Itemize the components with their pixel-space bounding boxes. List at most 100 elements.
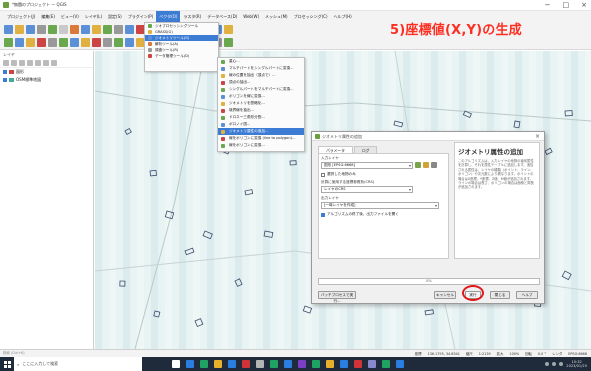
select-icon[interactable] [92, 24, 101, 34]
manage-visibility-icon[interactable] [19, 60, 25, 66]
move-feature-icon[interactable] [81, 38, 90, 47]
network-icon[interactable] [545, 362, 550, 366]
vector-menu-item[interactable]: データ管理ツール(D) [145, 53, 218, 59]
geometry-tool-item[interactable]: 線をポリゴンに変換 (line to polygon)... [218, 135, 304, 142]
locator-input[interactable]: 検索 (Ctrl+K) [3, 351, 25, 355]
settings-icon[interactable] [396, 360, 404, 368]
magnifier-value[interactable]: 100% [509, 352, 519, 356]
layer-style-icon[interactable] [3, 60, 9, 66]
minimize-button[interactable]: − [545, 1, 551, 9]
identify-icon[interactable] [81, 24, 90, 34]
iterate-icon[interactable] [415, 162, 421, 168]
selected-features-only-option[interactable]: 選択した地物のみ [321, 172, 446, 177]
geometry-tool-item[interactable]: 重心... [218, 58, 304, 65]
acrobat-icon[interactable] [354, 360, 362, 368]
edit-icon[interactable] [59, 38, 68, 47]
taskbar-search[interactable]: ⌕ ここに入力して検索 [14, 357, 142, 371]
menu-item[interactable]: Web(W) [240, 11, 262, 22]
qgis-icon[interactable] [382, 360, 390, 368]
geometry-tool-item[interactable]: 境界線を抽出... [218, 107, 304, 114]
cut-icon[interactable] [114, 38, 123, 47]
geometry-tool-item[interactable]: ドロネー三角形分割... [218, 114, 304, 121]
menu-item[interactable]: レイヤ(L) [82, 11, 105, 22]
expand-all-icon[interactable] [35, 60, 41, 66]
zoom-out-icon[interactable] [59, 24, 68, 34]
excel-icon[interactable] [200, 360, 208, 368]
collapse-all-icon[interactable] [43, 60, 49, 66]
menu-item[interactable]: プラグイン(P) [125, 11, 157, 22]
windows-start-button[interactable] [0, 357, 14, 371]
dialog-close-icon[interactable]: × [535, 132, 540, 141]
menu-item[interactable]: メッシュ(M) [262, 11, 291, 22]
close-window-button[interactable]: × [581, 1, 587, 9]
processing-toolbox-icon[interactable] [125, 24, 134, 34]
word-icon[interactable] [228, 360, 236, 368]
coordinate-value[interactable]: 136.1795, 34.8541 [428, 352, 460, 356]
menu-item[interactable]: データベース(D) [204, 11, 240, 22]
explorer-icon[interactable] [214, 360, 222, 368]
save-project-icon[interactable] [26, 24, 35, 34]
help-button[interactable]: ヘルプ [516, 291, 538, 299]
photos-icon[interactable] [368, 360, 376, 368]
geometry-tool-item[interactable]: 線の位置を抽出（頂点で）... [218, 72, 304, 79]
onenote-icon[interactable] [298, 360, 306, 368]
add-vector-icon[interactable] [4, 38, 13, 47]
close-button[interactable]: 閉じる [490, 291, 510, 299]
open-project-icon[interactable] [15, 24, 24, 34]
output-layer-select[interactable]: [一時レイヤを作成] [321, 202, 439, 209]
open-output-checkbox[interactable] [321, 212, 325, 217]
menu-item[interactable]: 設定(S) [105, 11, 125, 22]
geometry-tool-item[interactable]: ボロノイ図... [218, 121, 304, 128]
geometry-tool-item[interactable]: マルチパートをシングルパートに変換... [218, 65, 304, 72]
zoom-in-icon[interactable] [48, 24, 57, 34]
digitize-icon[interactable] [48, 38, 57, 47]
maximize-button[interactable]: □ [563, 1, 570, 9]
scale-value[interactable]: 1:2139 [479, 352, 491, 356]
layer-item[interactable]: 図形 [0, 68, 93, 76]
open-output-option[interactable]: アルゴリズムの終了後、出力ファイルを開く [321, 212, 446, 217]
add-raster-icon[interactable] [15, 38, 24, 47]
geometry-tool-item[interactable]: ポリゴンを線に変換... [218, 93, 304, 100]
geometry-tool-item[interactable]: ジオメトリ属性の追加... [218, 128, 304, 135]
rotation-value[interactable]: 0.0 ° [538, 352, 546, 356]
copy-icon[interactable] [125, 38, 134, 47]
render-checkbox[interactable]: レンダ [552, 351, 562, 356]
outlook-icon[interactable] [284, 360, 292, 368]
layer-item[interactable]: OSM標準地図 [0, 76, 93, 84]
volume-icon[interactable] [552, 362, 557, 366]
menu-item[interactable]: プロジェクト(J) [4, 11, 38, 22]
filter-icon[interactable] [27, 60, 33, 66]
locator-bar[interactable]: 検索 (Ctrl+K) [0, 349, 95, 357]
python-icon[interactable] [224, 38, 233, 47]
attribute-table-icon[interactable] [114, 24, 123, 34]
calc-crs-select[interactable]: レイヤのCRS [321, 186, 413, 193]
remove-layer-icon[interactable] [51, 60, 57, 66]
clock[interactable]: 10:32 2023/01/25 [566, 360, 587, 368]
store-icon[interactable] [340, 360, 348, 368]
add-csv-icon[interactable] [26, 38, 35, 47]
zoom-full-icon[interactable] [70, 24, 79, 34]
geometry-tool-item[interactable]: シングルパートをマルチパートに変換... [218, 86, 304, 93]
plugin-icon[interactable] [224, 24, 233, 34]
ime-icon[interactable] [559, 362, 564, 366]
geometry-tool-item[interactable]: 頂点の抽出... [218, 79, 304, 86]
menu-item[interactable]: ビュー(V) [58, 11, 82, 22]
crs-button[interactable]: EPSG:6668 [568, 352, 587, 356]
powerpoint-icon[interactable] [242, 360, 250, 368]
menu-item[interactable]: ベクタ(O) [156, 11, 181, 22]
measure-icon[interactable] [103, 24, 112, 34]
node-tool-icon[interactable] [92, 38, 101, 47]
add-group-icon[interactable] [11, 60, 17, 66]
folder-icon[interactable] [326, 360, 334, 368]
pan-icon[interactable] [37, 24, 46, 34]
add-wms-icon[interactable] [37, 38, 46, 47]
geometry-tool-item[interactable]: ジオメトリを簡略化... [218, 100, 304, 107]
layer-visibility-checkbox[interactable] [3, 70, 7, 74]
edit-icon[interactable] [423, 162, 429, 168]
maps-icon[interactable] [312, 360, 320, 368]
selected-features-checkbox[interactable] [321, 172, 325, 177]
browse-icon[interactable] [431, 162, 437, 168]
task-view-icon[interactable] [172, 360, 180, 368]
edge-icon[interactable] [186, 360, 194, 368]
geometry-tool-item[interactable]: 線をポリゴンに変換... [218, 142, 304, 149]
